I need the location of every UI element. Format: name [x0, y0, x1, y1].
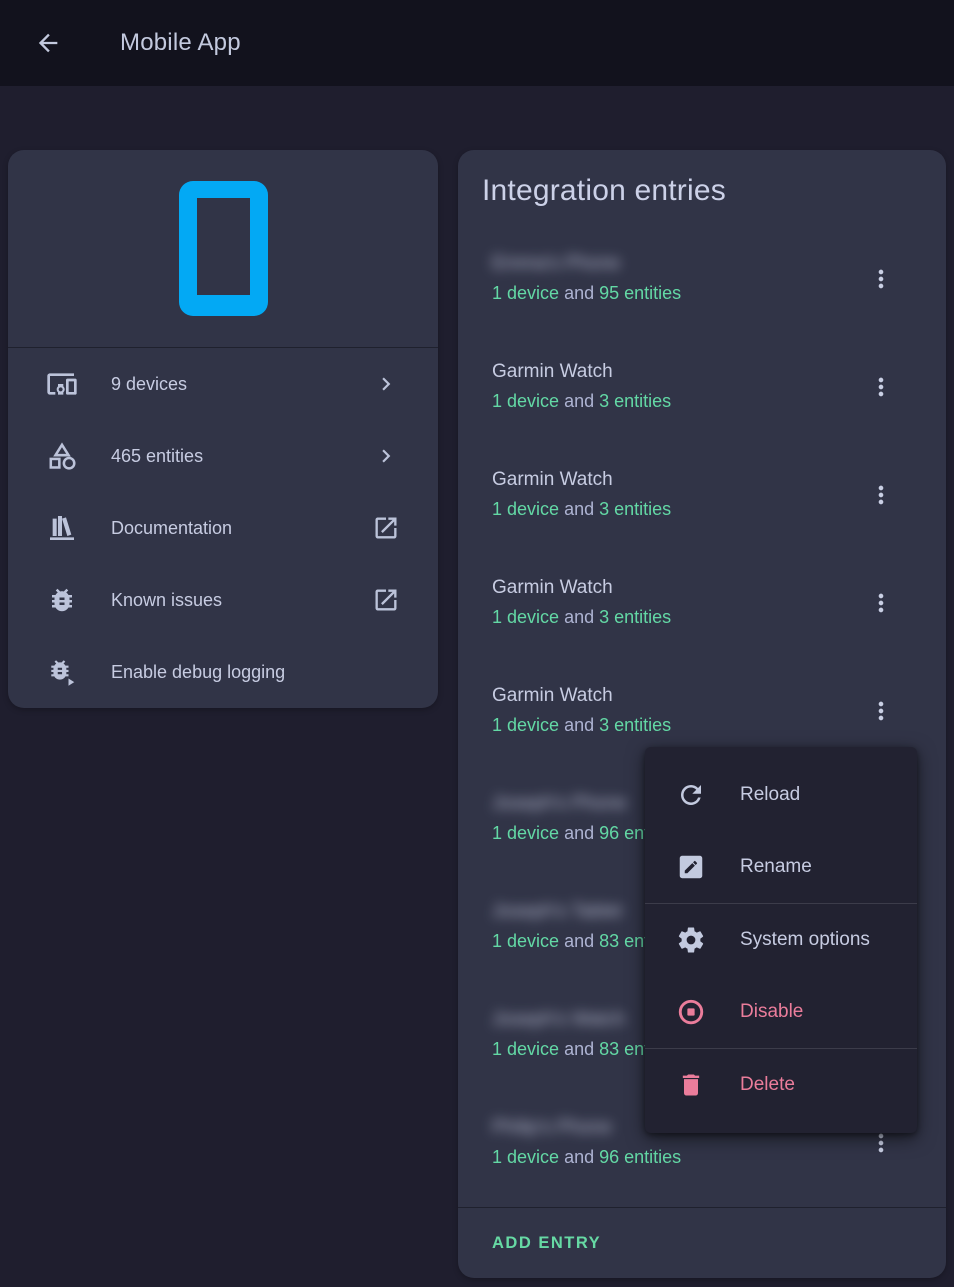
info-link-label: Enable debug logging	[111, 662, 372, 683]
entry-devices-link[interactable]: 1 device	[492, 1039, 559, 1059]
reload-icon	[676, 780, 706, 810]
app-bar: Mobile App	[0, 0, 954, 86]
delete-icon	[676, 1070, 706, 1100]
menu-item-reload[interactable]: Reload	[645, 759, 917, 831]
shapes-icon	[46, 440, 78, 472]
dots-vertical-icon	[867, 589, 895, 617]
info-link-devices[interactable]: 9 devices	[8, 348, 438, 420]
entry-menu-button[interactable]	[867, 1129, 895, 1157]
menu-item-label: Rename	[740, 856, 812, 878]
entry-name: Garmin Watch	[492, 468, 867, 492]
entry-menu-button[interactable]	[867, 265, 895, 293]
menu-item-label: Delete	[740, 1074, 795, 1096]
entry-devices-link[interactable]: 1 device	[492, 283, 559, 303]
cellphone-icon	[179, 181, 268, 316]
entry-name: Philip's Phone	[492, 1116, 612, 1140]
entry-entities-link[interactable]: 3 entities	[599, 715, 671, 735]
stop-circle-icon	[676, 997, 706, 1027]
entry-devices-link[interactable]: 1 device	[492, 823, 559, 843]
entries-card-footer: ADD ENTRY	[458, 1207, 946, 1278]
entry-devices-link[interactable]: 1 device	[492, 391, 559, 411]
info-link-debug-logging[interactable]: Enable debug logging	[8, 636, 438, 708]
bug-icon	[46, 584, 78, 616]
cog-icon	[676, 925, 706, 955]
dots-vertical-icon	[867, 373, 895, 401]
entry-name: Joseph's Phone	[492, 792, 627, 816]
info-link-entities[interactable]: 465 entities	[8, 420, 438, 492]
entry-summary: 1 device and 3 entities	[492, 496, 867, 522]
entry-entities-link[interactable]: 95 entities	[599, 283, 681, 303]
arrow-left-icon	[34, 29, 62, 57]
entry-name: Garmin Watch	[492, 360, 867, 384]
menu-item-system-options[interactable]: System options	[645, 904, 917, 976]
entry-name: Emma's Phone	[492, 252, 620, 276]
integration-info-card: 9 devices 465 entities Documentation Kno…	[8, 150, 438, 708]
integration-entry[interactable]: Garmin Watch 1 device and 3 entities	[458, 338, 946, 446]
integration-icon-area	[8, 150, 438, 347]
integration-entry[interactable]: Garmin Watch 1 device and 3 entities	[458, 446, 946, 554]
dots-vertical-icon	[867, 481, 895, 509]
menu-item-delete[interactable]: Delete	[645, 1049, 917, 1121]
menu-item-label: System options	[740, 929, 870, 951]
open-in-new-icon	[372, 514, 400, 542]
menu-item-rename[interactable]: Rename	[645, 831, 917, 903]
entry-devices-link[interactable]: 1 device	[492, 607, 559, 627]
entry-entities-link[interactable]: 96 entities	[599, 1147, 681, 1167]
entry-name: Joseph's Watch	[492, 1008, 625, 1032]
open-in-new-icon	[372, 586, 400, 614]
entry-name: Garmin Watch	[492, 576, 867, 600]
bug-play-icon	[46, 656, 78, 688]
page-title: Mobile App	[120, 29, 241, 57]
integration-entry[interactable]: Garmin Watch 1 device and 3 entities	[458, 554, 946, 662]
dots-vertical-icon	[867, 697, 895, 725]
entry-menu-button[interactable]	[867, 481, 895, 509]
menu-item-label: Disable	[740, 1001, 803, 1023]
entry-entities-link[interactable]: 3 entities	[599, 499, 671, 519]
info-link-known-issues[interactable]: Known issues	[8, 564, 438, 636]
menu-item-disable[interactable]: Disable	[645, 976, 917, 1048]
entry-menu-button[interactable]	[867, 373, 895, 401]
entry-devices-link[interactable]: 1 device	[492, 499, 559, 519]
entry-summary: 1 device and 3 entities	[492, 712, 867, 738]
bookshelf-icon	[46, 512, 78, 544]
entry-context-menu: Reload Rename System options Disable Del…	[645, 747, 917, 1133]
entry-summary: 1 device and 96 entities	[492, 1144, 867, 1170]
info-link-label: Known issues	[111, 590, 372, 611]
entry-menu-button[interactable]	[867, 697, 895, 725]
devices-icon	[46, 368, 78, 400]
entry-name: Joseph's Tablet	[492, 900, 622, 924]
dots-vertical-icon	[867, 1129, 895, 1157]
entry-summary: 1 device and 3 entities	[492, 388, 867, 414]
dots-vertical-icon	[867, 265, 895, 293]
entry-menu-button[interactable]	[867, 589, 895, 617]
entry-entities-link[interactable]: 3 entities	[599, 391, 671, 411]
info-link-label: Documentation	[111, 518, 372, 539]
entry-summary: 1 device and 3 entities	[492, 604, 867, 630]
pencil-box-icon	[676, 852, 706, 882]
back-button[interactable]	[24, 19, 72, 67]
info-link-documentation[interactable]: Documentation	[8, 492, 438, 564]
entry-devices-link[interactable]: 1 device	[492, 1147, 559, 1167]
entry-name: Garmin Watch	[492, 684, 867, 708]
chevron-right-icon	[372, 442, 400, 470]
add-entry-button[interactable]: ADD ENTRY	[492, 1234, 601, 1253]
entry-entities-link[interactable]: 3 entities	[599, 607, 671, 627]
chevron-right-icon	[372, 370, 400, 398]
entry-devices-link[interactable]: 1 device	[492, 715, 559, 735]
info-link-label: 465 entities	[111, 446, 372, 467]
menu-item-label: Reload	[740, 784, 800, 806]
integration-entry[interactable]: Emma's Phone 1 device and 95 entities	[458, 230, 946, 338]
info-link-label: 9 devices	[111, 374, 372, 395]
entry-devices-link[interactable]: 1 device	[492, 931, 559, 951]
entry-summary: 1 device and 95 entities	[492, 280, 867, 306]
entries-card-title: Integration entries	[482, 170, 946, 212]
